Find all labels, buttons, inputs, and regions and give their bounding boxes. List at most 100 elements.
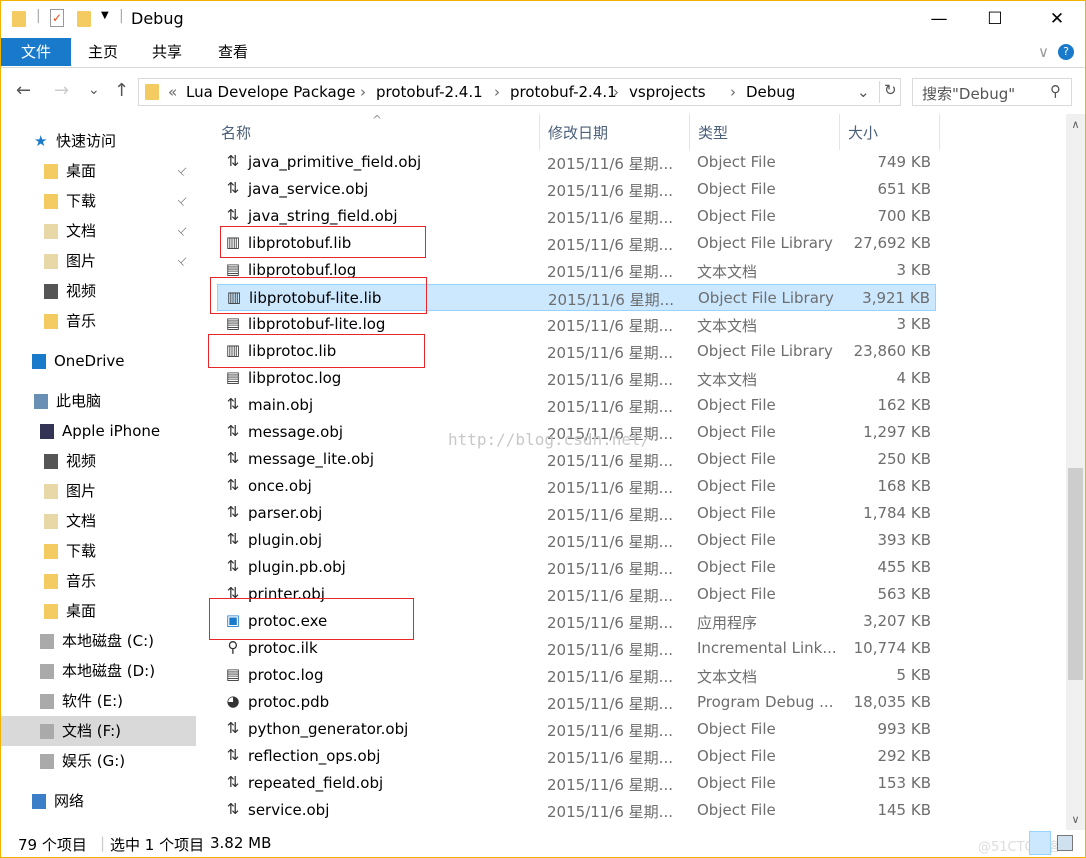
file-row[interactable]: ⇅ plugin.pb.obj 2015/11/6 星期... Object File… [217, 554, 936, 581]
breadcrumb-item[interactable]: Lua Develope Package [186, 83, 355, 101]
sidebar-item[interactable]: 软件 (E:) [0, 686, 196, 716]
sidebar-item[interactable]: 视频 [0, 446, 196, 476]
help-icon[interactable]: ? [1058, 44, 1074, 60]
tab-home[interactable]: 主页 [88, 38, 118, 66]
object-file-icon: ⇅ [226, 476, 240, 494]
file-list: 名称 ^ 修改日期 类型 大小 ⇅ java_primitive_field.ob… [199, 114, 1066, 830]
file-size: 700 KB [877, 207, 931, 225]
column-divider[interactable] [839, 114, 840, 150]
forward-button[interactable]: → [54, 80, 69, 101]
file-row[interactable]: ⇅ once.obj 2015/11/6 星期... Object File 168 K… [217, 473, 936, 500]
file-row[interactable]: ◕ protoc.pdb 2015/11/6 星期... Program Debug … [217, 689, 936, 716]
scrollbar-thumb[interactable] [1068, 468, 1083, 680]
file-row[interactable]: ▤ libprotoc.log 2015/11/6 星期... 文本文档 4 KB [217, 365, 936, 392]
pin-icon[interactable]: ⊥ [169, 217, 197, 245]
breadcrumb-item[interactable]: vsprojects [629, 83, 706, 101]
sidebar-item[interactable]: 文档 (F:) [0, 716, 196, 746]
column-header-type[interactable]: 类型 [698, 123, 728, 151]
file-size: 1,784 KB [863, 504, 931, 522]
file-size: 563 KB [877, 585, 931, 603]
column-header-date[interactable]: 修改日期 [548, 123, 608, 151]
recent-locations-button[interactable]: ⌄ [88, 82, 100, 98]
search-icon[interactable]: ⚲ [1050, 82, 1061, 100]
search-input[interactable]: 搜索"Debug" ⚲ [912, 78, 1072, 106]
sidebar-item[interactable]: Apple iPhone [0, 416, 196, 446]
file-row[interactable]: ⇅ python_generator.obj 2015/11/6 星期... Obje… [217, 716, 936, 743]
back-button[interactable]: ← [16, 80, 31, 101]
file-row[interactable]: ⇅ reflection_ops.obj 2015/11/6 星期... Object… [217, 743, 936, 770]
file-row[interactable]: ▤ protoc.log 2015/11/6 星期... 文本文档 5 KB [217, 662, 936, 689]
file-size: 162 KB [877, 396, 931, 414]
up-button[interactable]: ↑ [114, 80, 129, 101]
sidebar-item[interactable]: 音乐 [0, 566, 196, 596]
sidebar-item[interactable]: 文档 [0, 506, 196, 536]
breadcrumb-item[interactable]: Debug [746, 83, 795, 101]
breadcrumb-separator[interactable]: › [494, 83, 500, 101]
address-bar[interactable]: « Lua Develope Package › protobuf-2.4.1 … [138, 78, 901, 106]
file-row[interactable]: ⇅ service.obj 2015/11/6 星期... Object File 14… [217, 797, 936, 824]
scroll-down-icon[interactable]: ∨ [1066, 813, 1085, 826]
tab-view[interactable]: 查看 [218, 38, 248, 66]
file-row[interactable]: ⇅ parser.obj 2015/11/6 星期... Object File 1,7… [217, 500, 936, 527]
sidebar-item[interactable]: 本地磁盘 (C:) [0, 626, 196, 656]
sidebar-item[interactable]: 桌面 ⊥ [0, 156, 196, 186]
pin-icon[interactable]: ⊥ [169, 187, 197, 215]
sidebar-item[interactable]: 图片 [0, 476, 196, 506]
file-row[interactable]: ⇅ repeated_field.obj 2015/11/6 星期... Object… [217, 770, 936, 797]
column-divider[interactable] [539, 114, 540, 150]
properties-icon[interactable]: ✓ [50, 9, 64, 27]
refresh-button[interactable]: ↻ [879, 81, 897, 103]
breadcrumb-item[interactable]: protobuf-2.4.1 [510, 83, 617, 101]
minimize-button[interactable]: — [916, 0, 962, 38]
vertical-scrollbar[interactable]: ∧ ∨ [1066, 114, 1085, 830]
sidebar-item[interactable]: 下载 ⊥ [0, 186, 196, 216]
pin-icon[interactable]: ⊥ [169, 247, 197, 275]
file-row[interactable]: ⇅ java_service.obj 2015/11/6 星期... Object F… [217, 176, 936, 203]
breadcrumb-overflow[interactable]: « [168, 83, 177, 101]
column-divider[interactable] [689, 114, 690, 150]
sidebar-item[interactable]: 娱乐 (G:) [0, 746, 196, 776]
sidebar-item[interactable]: 音乐 [0, 306, 196, 336]
sidebar-item[interactable]: 本地磁盘 (D:) [0, 656, 196, 686]
sidebar-item[interactable]: 视频 [0, 276, 196, 306]
column-divider[interactable] [939, 114, 940, 150]
breadcrumb-separator[interactable]: › [360, 83, 366, 101]
maximize-button[interactable]: ☐ [972, 0, 1018, 38]
sidebar-item[interactable]: OneDrive [0, 346, 196, 376]
column-header-size[interactable]: 大小 [848, 123, 878, 151]
annotation-box [208, 334, 425, 368]
file-name: libprotoc.log [248, 369, 342, 387]
customize-toolbar-icon[interactable]: ▼ [101, 10, 109, 30]
file-row[interactable]: ⇅ main.obj 2015/11/6 星期... Object File 162 K… [217, 392, 936, 419]
breadcrumb-separator[interactable]: › [730, 83, 736, 101]
sidebar-item[interactable]: ★ 快速访问 [0, 126, 196, 156]
column-header-name[interactable]: 名称 [221, 123, 251, 151]
sidebar-item[interactable]: 此电脑 [0, 386, 196, 416]
breadcrumb-separator[interactable]: › [613, 83, 619, 101]
file-name: java_string_field.obj [248, 207, 398, 225]
large-icons-view-button[interactable] [1057, 835, 1073, 851]
separator: | [36, 8, 41, 24]
address-dropdown-icon[interactable]: ⌄ [857, 83, 870, 101]
sidebar-item[interactable]: 桌面 [0, 596, 196, 626]
file-row[interactable]: ⇅ java_primitive_field.obj 2015/11/6 星期...… [217, 149, 936, 176]
navigation-pane: ★ 快速访问 桌面 ⊥ 下载 ⊥ 文档 ⊥ 图片 ⊥ 视频 音乐 OneDrive 此电脑 Apple iP… [0, 118, 198, 830]
breadcrumb-item[interactable]: protobuf-2.4.1 [376, 83, 483, 101]
file-row[interactable]: ⇅ message_lite.obj 2015/11/6 星期... Object F… [217, 446, 936, 473]
sidebar-item[interactable]: 下载 [0, 536, 196, 566]
scroll-up-icon[interactable]: ∧ [1066, 118, 1085, 131]
sidebar-item[interactable]: 网络 [0, 786, 196, 816]
new-folder-icon[interactable] [77, 11, 91, 27]
file-row[interactable]: ⇅ plugin.obj 2015/11/6 星期... Object File 393… [217, 527, 936, 554]
expand-ribbon-icon[interactable]: ∨ [1038, 38, 1049, 66]
cloud-icon [32, 354, 46, 369]
tab-file[interactable]: 文件 [1, 38, 71, 66]
tab-share[interactable]: 共享 [152, 38, 182, 66]
details-view-button[interactable] [1029, 831, 1051, 855]
file-date: 2015/11/6 星期... [547, 533, 673, 551]
close-button[interactable]: ✕ [1034, 0, 1080, 38]
sidebar-item[interactable]: 文档 ⊥ [0, 216, 196, 246]
sidebar-item[interactable]: 图片 ⊥ [0, 246, 196, 276]
pin-icon[interactable]: ⊥ [169, 157, 197, 185]
file-type: 文本文档 [697, 668, 758, 686]
